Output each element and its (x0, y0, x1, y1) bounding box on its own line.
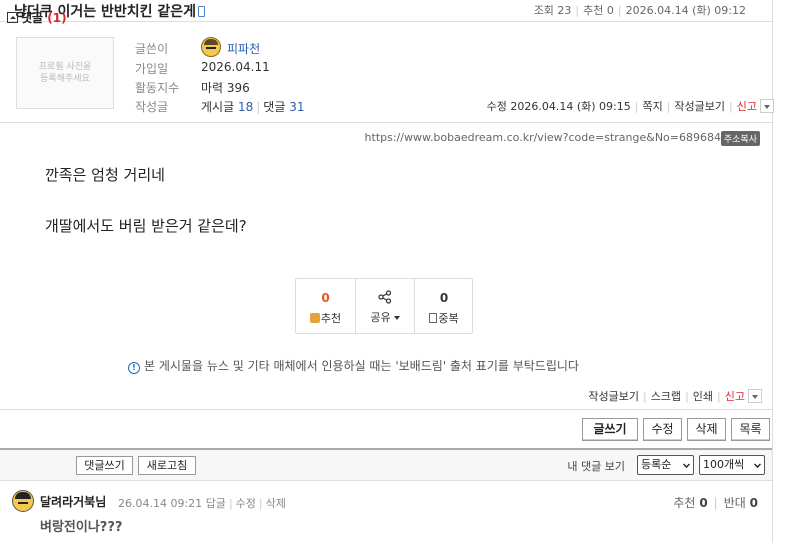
content-line-1: 깐족은 엄청 거리네 (45, 166, 165, 184)
print-link[interactable]: 인쇄 (693, 390, 713, 403)
recommend-button[interactable]: 0 추천 (296, 279, 355, 333)
content-line-2: 개딸에서도 버림 받은거 같은데? (45, 217, 247, 235)
comments-count: (1) (47, 11, 67, 25)
view-posts-link[interactable]: 작성글보기 (674, 100, 725, 113)
share-icon (378, 290, 392, 304)
comment-meta: 26.04.14 09:21 답글 | 수정 | 삭제 (118, 497, 286, 510)
comment-author[interactable]: 달려라거북님 (40, 493, 106, 510)
chevron-down-icon (683, 461, 690, 468)
post-actions: 수정 2026.04.14 (화) 09:15 | 쪽지 | 작성글보기 | 신고 (487, 98, 774, 114)
divider-bottom (0, 409, 772, 410)
my-comments-link[interactable]: 내 댓글 보기 (567, 458, 625, 474)
comment-avatar[interactable] (12, 490, 34, 512)
comment-oppose-button[interactable]: 반대 0 (724, 496, 758, 510)
list-button[interactable]: 목록 (731, 418, 770, 441)
more-dropdown-icon-bottom[interactable] (748, 389, 762, 403)
comment-recommend-button[interactable]: 추천 0 (673, 496, 707, 510)
author-activity: 마력 396 (201, 81, 250, 95)
author-post-stats: 게시글 18 | 댓글 31 (201, 100, 305, 114)
edited-datetime: 수정 2026.04.14 (화) 09:15 (486, 100, 631, 113)
author-comments-count[interactable]: 31 (289, 100, 304, 114)
label-activity: 활동지수 (135, 81, 180, 95)
author-joined: 2026.04.11 (201, 60, 270, 74)
label-posts: 작성글 (135, 100, 169, 114)
view-count: 조회 23 (533, 4, 572, 17)
delete-button[interactable]: 삭제 (687, 418, 726, 441)
write-comment-button[interactable]: 댓글쓰기 (76, 456, 133, 475)
sort-select[interactable]: 등록순 (637, 455, 694, 475)
per-page-select[interactable]: 100개씩 (699, 455, 765, 475)
divider (0, 122, 772, 123)
recommend-count-value: 0 (321, 291, 330, 305)
thumbs-up-icon (309, 313, 320, 323)
comment-datetime: 26.04.14 09:21 (118, 497, 203, 510)
caret-down-icon (393, 316, 400, 320)
post-datetime: 2026.04.14 (화) 09:12 (625, 4, 746, 17)
collapse-toggle-icon (7, 12, 18, 23)
report-link-bottom[interactable]: 신고 (725, 390, 745, 403)
recommend-count: 추천 0 (583, 4, 614, 17)
refresh-button[interactable]: 새로고침 (138, 456, 196, 475)
write-button[interactable]: 글쓰기 (582, 418, 638, 441)
more-dropdown-icon[interactable] (760, 99, 774, 113)
vote-box: 0 추천 공유 0 중복 (295, 278, 473, 334)
comments-title[interactable]: 댓글 (1) (7, 9, 67, 26)
share-button[interactable]: 공유 (355, 279, 414, 333)
profile-photo-placeholder: 프로필 사진을 등록해주세요 (16, 37, 114, 109)
info-icon: ! (128, 362, 140, 374)
bottom-actions: 작성글보기 | 스크랩 | 인쇄 | 신고 (588, 388, 762, 404)
note-link[interactable]: 쪽지 (642, 100, 662, 113)
author-avatar[interactable] (201, 37, 221, 57)
document-icon (429, 313, 438, 323)
report-link[interactable]: 신고 (737, 100, 757, 113)
chevron-down-icon (754, 461, 761, 468)
mobile-phone-icon (198, 6, 206, 17)
comment-reply-link[interactable]: 답글 (206, 497, 226, 510)
comment-text: 벼랑전이나??? (40, 520, 123, 535)
edit-button[interactable]: 수정 (643, 418, 682, 441)
label-joined: 가입일 (135, 62, 169, 76)
citation-notice: ! 본 게시물을 뉴스 및 기타 매체에서 인용하실 때는 '보배드림' 출처 표… (128, 357, 579, 374)
comment-edit-link[interactable]: 수정 (236, 497, 256, 510)
author-posts-count[interactable]: 18 (238, 100, 253, 114)
post-url: https://www.bobaedream.co.kr/view?code=s… (364, 131, 728, 144)
duplicate-count-value: 0 (439, 291, 449, 305)
scrap-link[interactable]: 스크랩 (651, 390, 681, 403)
view-posts-link-bottom[interactable]: 작성글보기 (588, 390, 639, 403)
author-nickname[interactable]: 피파천 (227, 40, 260, 57)
label-writer: 글쓴이 (135, 42, 169, 56)
copy-url-button[interactable]: 주소복사 (720, 131, 760, 146)
comment-delete-link[interactable]: 삭제 (266, 497, 286, 510)
post-meta: 조회 23 | 추천 0 | 2026.04.14 (화) 09:12 (533, 4, 746, 17)
duplicate-button[interactable]: 0 중복 (414, 279, 473, 333)
comment-votes: 추천 0 | 반대 0 (673, 496, 758, 510)
post-header: 냥더쿠 이거는 반반치킨 같은게 조회 23 | 추천 0 | 2026.04.14 (… (0, 0, 772, 22)
right-border (772, 0, 773, 543)
